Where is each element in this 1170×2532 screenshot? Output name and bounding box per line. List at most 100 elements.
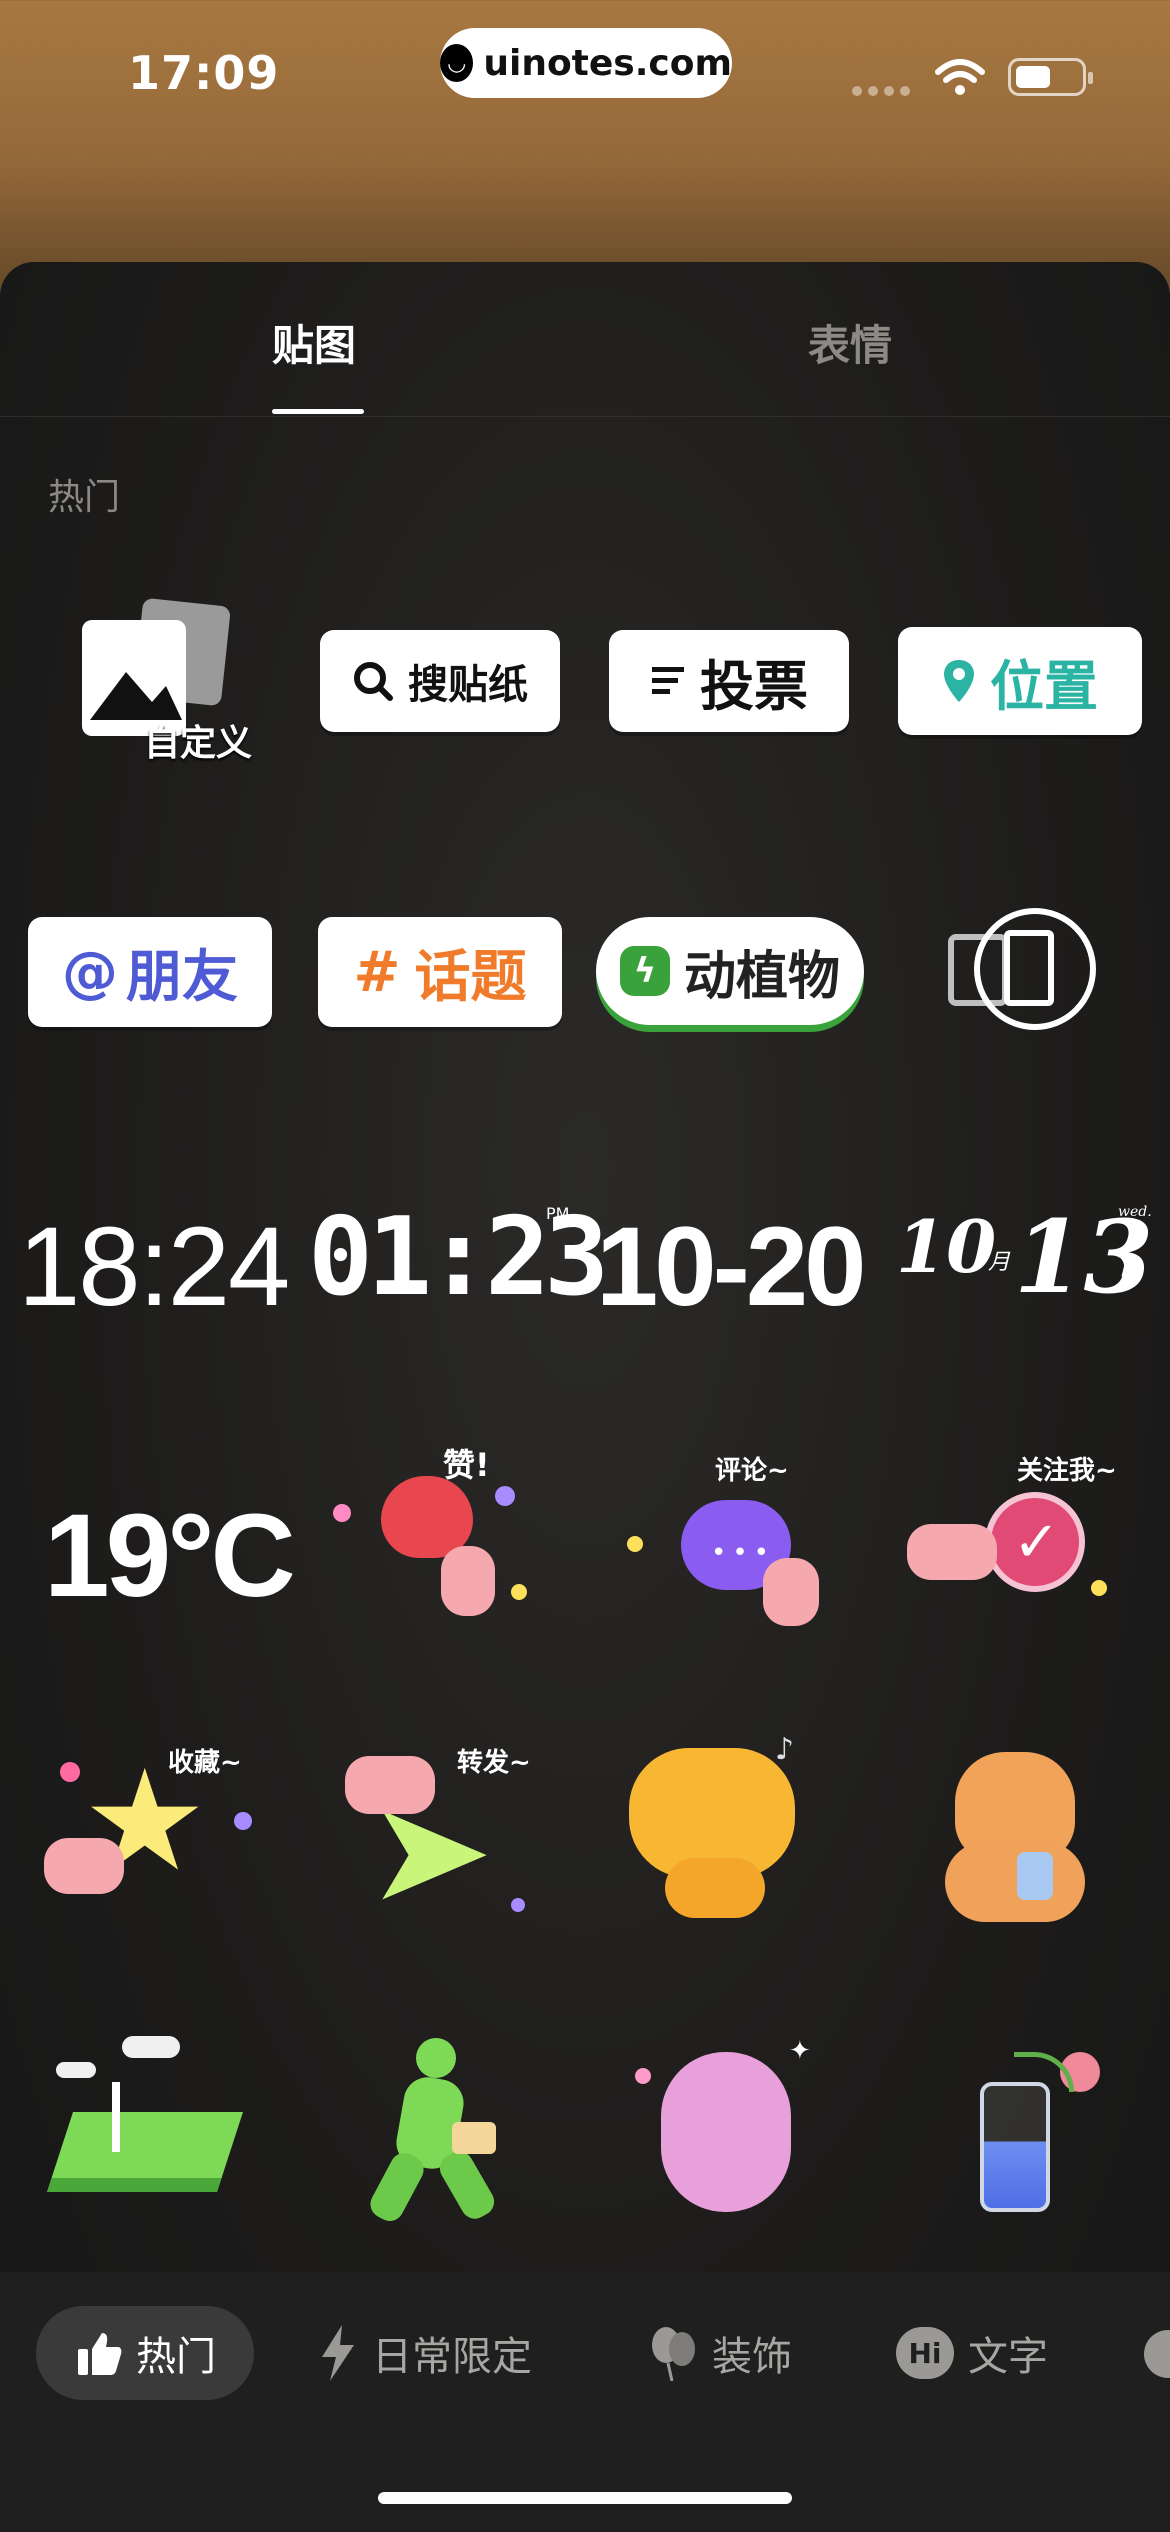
ampm-label: PM xyxy=(546,1204,570,1223)
sparkle-dot-icon xyxy=(333,1504,351,1522)
bottle-icon xyxy=(980,2082,1050,2212)
ellipsis-icon: ••• xyxy=(711,1538,776,1568)
nav-item-text[interactable]: Hi 文字 xyxy=(896,2306,1048,2400)
status-time: 17:09 xyxy=(128,46,280,100)
wifi-icon xyxy=(935,59,985,95)
flower-icon xyxy=(635,2068,651,2084)
music-note-icon: ♪ xyxy=(775,1732,795,1767)
topic-button[interactable]: # 话题 xyxy=(318,917,562,1027)
active-tab-indicator xyxy=(272,409,364,414)
pointing-hand-icon xyxy=(44,1838,124,1894)
plants-button[interactable]: ϟ 动植物 xyxy=(596,917,864,1025)
nav-label-hot: 热门 xyxy=(136,2334,216,2380)
location-label: 位置 xyxy=(990,654,1098,718)
sparkle-dot-icon xyxy=(511,1898,525,1912)
plants-label: 动植物 xyxy=(683,946,840,1007)
mention-friends-button[interactable]: @ 朋友 xyxy=(28,917,272,1027)
person-leg-icon xyxy=(365,2148,429,2226)
month-label: 月 xyxy=(988,1250,1011,1275)
pink-creature-icon xyxy=(661,2052,791,2212)
nav-item-daily[interactable]: 日常限定 xyxy=(318,2306,532,2400)
photo-frame-sticker[interactable] xyxy=(940,902,1100,1032)
cat-sticker[interactable] xyxy=(925,1732,1125,1932)
url-text: uinotes.com xyxy=(483,42,732,84)
sparkle-dot-icon xyxy=(234,1812,252,1830)
comment-sticker[interactable]: ••• 评论~ xyxy=(615,1440,835,1640)
day-label: 日 xyxy=(1118,1256,1141,1281)
section-title: 热门 xyxy=(48,477,121,518)
panel-tabs: 贴图 表情 xyxy=(0,262,1170,417)
battery-icon xyxy=(1008,58,1093,96)
nav-label-text: 文字 xyxy=(968,2334,1048,2380)
cloud-icon xyxy=(56,2062,96,2078)
sparkle-dot-icon xyxy=(60,1762,80,1782)
sparkle-icon: ✦ xyxy=(789,2036,811,2066)
hash-icon: # xyxy=(353,939,401,1005)
custom-label: 自定义 xyxy=(144,723,253,764)
sticker-custom[interactable]: 自定义 xyxy=(78,597,278,764)
collect-sticker[interactable]: ★ 收藏~ xyxy=(36,1732,256,1932)
at-icon: @ xyxy=(62,939,118,1005)
like-text: 赞! xyxy=(443,1446,490,1484)
topic-label: 话题 xyxy=(414,944,527,1010)
status-bar: 17:09 ◡ uinotes.com xyxy=(0,0,1170,150)
location-pin-icon xyxy=(944,660,974,702)
uinotes-logo-icon: ◡ xyxy=(440,44,474,82)
pointing-hand-icon xyxy=(441,1546,495,1616)
lightning-leaf-icon: ϟ xyxy=(619,946,670,996)
grass-icon xyxy=(47,2112,243,2192)
thumbs-up-icon xyxy=(78,2333,122,2375)
yellow-creature-sticker[interactable]: ♪ xyxy=(625,1732,825,1932)
calendar-sticker[interactable]: 10 月 13 wed. 日 xyxy=(896,1198,1156,1324)
tab-emoji[interactable]: 表情 xyxy=(808,312,892,373)
check-icon: ✓ xyxy=(1013,1510,1060,1575)
share-text: 转发~ xyxy=(457,1748,531,1778)
sticker-panel: 贴图 表情 热门 自定义 搜贴纸 投票 位置 @ 朋友 # 话题 ϟ 动植物 1… xyxy=(0,262,1170,2532)
vote-button[interactable]: 投票 xyxy=(609,630,849,732)
pointing-hand-icon xyxy=(345,1756,435,1814)
search-icon xyxy=(354,662,393,701)
friends-label: 朋友 xyxy=(126,944,238,1010)
share-sticker[interactable]: ➤ 转发~ xyxy=(325,1732,555,1932)
figure-icon xyxy=(112,2082,120,2152)
grass-field-sticker[interactable] xyxy=(40,2022,260,2222)
nav-label-daily: 日常限定 xyxy=(372,2334,532,2380)
digital-clock-sticker[interactable]: 01:23 PM xyxy=(308,1204,609,1324)
creature-feet-icon xyxy=(665,1858,765,1918)
temperature-sticker[interactable]: 19°C xyxy=(44,1488,296,1624)
person-leg-icon xyxy=(434,2146,500,2224)
bottle-flower-sticker[interactable] xyxy=(930,2022,1130,2222)
photo-front-icon xyxy=(1004,930,1054,1006)
like-sticker[interactable]: 赞! xyxy=(325,1440,545,1640)
comment-text: 评论~ xyxy=(715,1456,789,1486)
home-indicator xyxy=(378,2492,792,2504)
bag-icon xyxy=(452,2122,496,2154)
balloon-icon xyxy=(652,2327,695,2381)
list-icon xyxy=(652,667,684,694)
pointing-hand-icon xyxy=(907,1524,997,1580)
cup-icon xyxy=(1017,1852,1053,1900)
nav-item-hot[interactable]: 热门 xyxy=(36,2306,254,2400)
search-sticker-button[interactable]: 搜贴纸 xyxy=(320,630,560,732)
follow-sticker[interactable]: ✓ 关注我~ xyxy=(905,1440,1135,1640)
follow-text: 关注我~ xyxy=(1017,1456,1117,1486)
location-button[interactable]: 位置 xyxy=(898,627,1142,735)
cat-body-icon xyxy=(945,1842,1085,1922)
url-pill[interactable]: ◡ uinotes.com xyxy=(440,28,732,98)
hi-icon: Hi xyxy=(896,2327,954,2379)
date-sticker[interactable]: 10-20 xyxy=(596,1202,866,1331)
walking-person-sticker[interactable] xyxy=(340,2022,540,2232)
sparkle-dot-icon xyxy=(495,1486,515,1506)
search-sticker-label: 搜贴纸 xyxy=(408,662,528,708)
clock-sticker-1[interactable]: 18:24 xyxy=(18,1202,290,1331)
nav-label-decor: 装饰 xyxy=(712,2334,792,2380)
sparkle-dot-icon xyxy=(511,1584,527,1600)
sparkle-dot-icon xyxy=(1091,1580,1107,1596)
pink-blob-sticker[interactable]: ✦ xyxy=(625,2022,835,2222)
more-category-icon[interactable] xyxy=(1144,2330,1170,2378)
nav-item-decor[interactable]: 装饰 xyxy=(648,2306,792,2400)
weekday-label: wed. xyxy=(1118,1204,1152,1220)
cloud-icon xyxy=(122,2036,180,2058)
tab-stickers[interactable]: 贴图 xyxy=(272,312,356,373)
signal-icon xyxy=(852,86,910,96)
